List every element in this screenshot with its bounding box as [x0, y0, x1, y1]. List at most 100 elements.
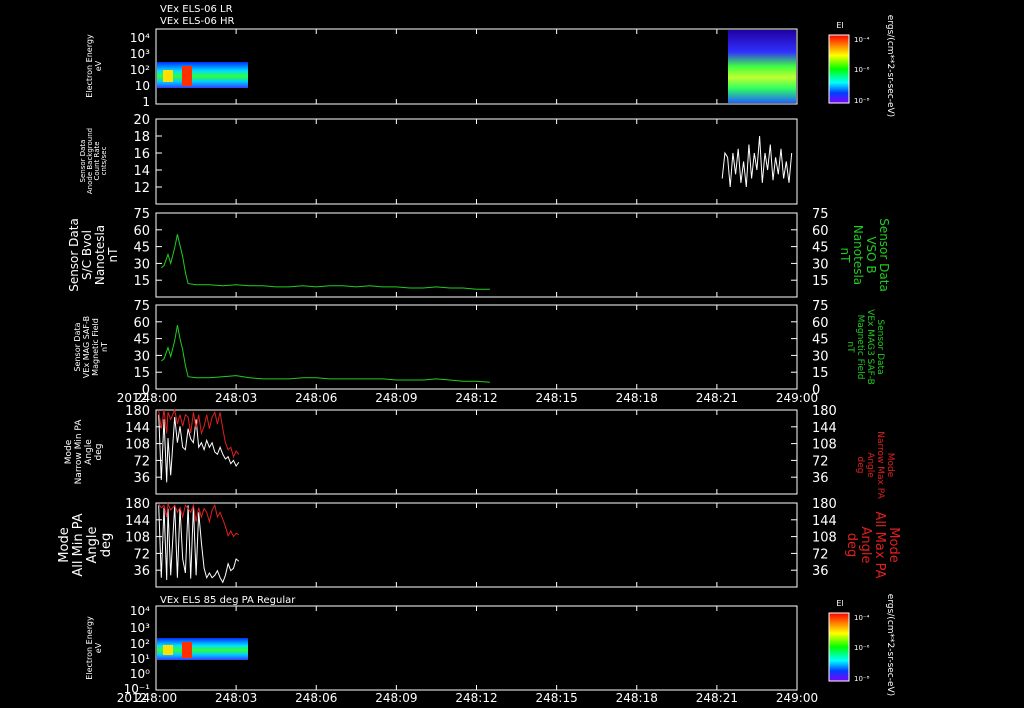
x-tick-label: 248:18	[616, 691, 658, 705]
x-tick-label: 248:15	[536, 691, 578, 705]
colorbar-top-unit: ergs/(cm**2-sr-sec-eV)	[885, 15, 895, 117]
y-tick-label: 36	[133, 564, 150, 579]
x-tick-label: 248:12	[455, 691, 497, 705]
panel-1-frame	[155, 28, 798, 105]
x-tick-label: 248:06	[295, 391, 337, 405]
panel-4-y2label-line4: nT	[845, 341, 855, 353]
spec-top-ytick-label: 10⁴	[130, 31, 150, 45]
panel-6-y2label-line4: deg	[844, 533, 859, 558]
spectrogram-bottom-hotspot	[182, 642, 192, 658]
colorbar-top-scale	[828, 34, 850, 104]
x-tick-label: 248:12	[455, 391, 497, 405]
colorbar-top: El 10⁻⁴ 10⁻⁶ 10⁻⁸ ergs/(cm**2-sr-sec-eV)	[828, 15, 895, 117]
y2-tick-label: 36	[812, 564, 829, 579]
x-tick-label: 248:09	[375, 691, 417, 705]
panel-1-ylabel-line2: eV	[94, 60, 103, 71]
panel-4-ylabel-line3: Magnetic Field	[91, 318, 100, 376]
spec-top-ytick-label: 10	[135, 79, 150, 93]
panel-3-ylabel-line4: nT	[106, 247, 120, 263]
panel-2-frame	[155, 118, 798, 205]
y-axis-titles-right: Sensor Data VSO B Nanotesla nT Sensor Da…	[838, 218, 901, 578]
colorbar-bottom-tick: 10⁻⁸	[854, 675, 870, 683]
y2-tick-label: 108	[812, 531, 837, 546]
panel-6-y2label-line2: All Max PA	[872, 511, 887, 578]
panel-5-y2label-line1: Mode	[885, 453, 895, 478]
data-plot-figure: VEx ELS-06 LR VEx ELS-06 HR VEx ELS 85 d…	[57, 4, 901, 705]
y2-tick-label: 60	[812, 316, 829, 331]
colorbar-bottom: El 10⁻⁴ 10⁻⁶ 10⁻⁸ ergs/(cm**2-sr-sec-eV)	[828, 594, 895, 696]
spectrogram-top-block-2	[728, 30, 796, 103]
spectrogram-top	[157, 30, 796, 103]
panel-4-ylabel-line1: Sensor Data	[73, 322, 82, 371]
panel-7-ylabel-line2: eV	[94, 642, 103, 653]
colorbar-bottom-tick: 10⁻⁶	[854, 644, 870, 652]
y2-tick-label: 180	[812, 497, 837, 512]
panel-4-y2label-line2: VEx MAG3 SAF-B	[865, 309, 875, 385]
colorbar-bottom-scale	[828, 612, 850, 682]
y-tick-label: 60	[133, 316, 150, 331]
y2-tick-label: 72	[812, 547, 829, 562]
series-line-white	[721, 135, 793, 188]
y-tick-label: 60	[133, 224, 150, 239]
spectrogram-bottom-yticks: 10⁴ 10³ 10² 10¹ 10⁰ 10⁻¹	[124, 604, 151, 696]
x-tick-label: 248:09	[375, 391, 417, 405]
y2-tick-label: 30	[812, 349, 829, 364]
y2-tick-label: 180	[812, 404, 837, 419]
y-tick-label: 16	[133, 147, 150, 162]
x-tick-label: 248:21	[696, 391, 738, 405]
panel-3-y2label-line1: Sensor Data	[877, 218, 891, 292]
colorbar-bottom-label: El	[836, 599, 843, 608]
panel-6-ylabel-line4: deg	[99, 533, 114, 558]
x-tick-label: 249:00	[776, 691, 818, 705]
spectrogram-top-hotspot-2	[163, 70, 173, 82]
header-title-lr: VEx ELS-06 LR	[160, 4, 233, 15]
y-tick-label: 108	[125, 438, 150, 453]
spec-top-ytick-label: 10³	[130, 47, 150, 61]
spec-bottom-ytick-label: 10³	[130, 621, 150, 635]
spectrogram-bottom-hotspot-2	[163, 645, 173, 655]
y2-tick-label: 15	[812, 274, 829, 289]
y-tick-label: 15	[133, 274, 150, 289]
y-tick-label: 30	[133, 257, 150, 272]
panel-3-ylabel-line3: Nanotesla	[93, 225, 107, 285]
colorbar-bottom-unit: ergs/(cm**2-sr-sec-eV)	[885, 594, 895, 696]
y-tick-label: 14	[133, 164, 150, 179]
series-line-green	[160, 325, 490, 383]
y-tick-label: 45	[133, 241, 150, 256]
panel-7-frame	[155, 605, 798, 691]
y2-tick-label: 45	[812, 241, 829, 256]
panel-7-ylabel-line1: Electron Energy	[85, 616, 94, 680]
spec-top-ytick-label: 1	[142, 95, 150, 109]
y-tick-label: 180	[125, 497, 150, 512]
panel-5-ylabel-line1: Mode	[64, 439, 74, 464]
y-tick-label: 72	[133, 547, 150, 562]
panel-5-y2label-line3: Angle	[865, 452, 875, 478]
x-tick-label: 248:00	[135, 691, 177, 705]
panel-frames	[155, 28, 798, 691]
spec-bottom-ytick-label: 10¹	[130, 652, 150, 666]
panel-5-ylabel-line3: Angle	[84, 439, 94, 465]
header-title-hr: VEx ELS-06 HR	[160, 16, 235, 27]
spec-bottom-ytick-label: 10⁴	[130, 604, 150, 618]
panel-6-frame	[155, 502, 798, 588]
y2-tick-label: 75	[812, 207, 829, 222]
panel-6-ylabel-line1: Mode	[57, 527, 72, 562]
x-tick-label: 248:03	[215, 391, 257, 405]
spectrogram-top-yticks: 10⁴ 10³ 10² 10 1	[130, 31, 150, 109]
spectrogram-bottom	[157, 638, 248, 660]
y-tick-label: 75	[133, 207, 150, 222]
panel-3-frame	[155, 212, 798, 298]
panel-6-y2label-line1: Mode	[886, 527, 901, 562]
y-tick-label: 45	[133, 333, 150, 348]
panel-4-ylabel-line2: VEx MAG SAF-B	[82, 316, 91, 378]
panel-4-ylabel-line4: nT	[100, 342, 109, 352]
y2-tick-label: 0	[812, 383, 820, 398]
panel-4-y2label-line3: Magnetic Field	[855, 315, 865, 380]
y-tick-label: 75	[133, 299, 150, 314]
y2-tick-label: 108	[812, 438, 837, 453]
panel-5-frame	[155, 409, 798, 495]
y-tick-label: 144	[125, 514, 150, 529]
y-tick-label: 72	[133, 454, 150, 469]
y-tick-label: 30	[133, 349, 150, 364]
y2-tick-label: 144	[812, 421, 837, 436]
